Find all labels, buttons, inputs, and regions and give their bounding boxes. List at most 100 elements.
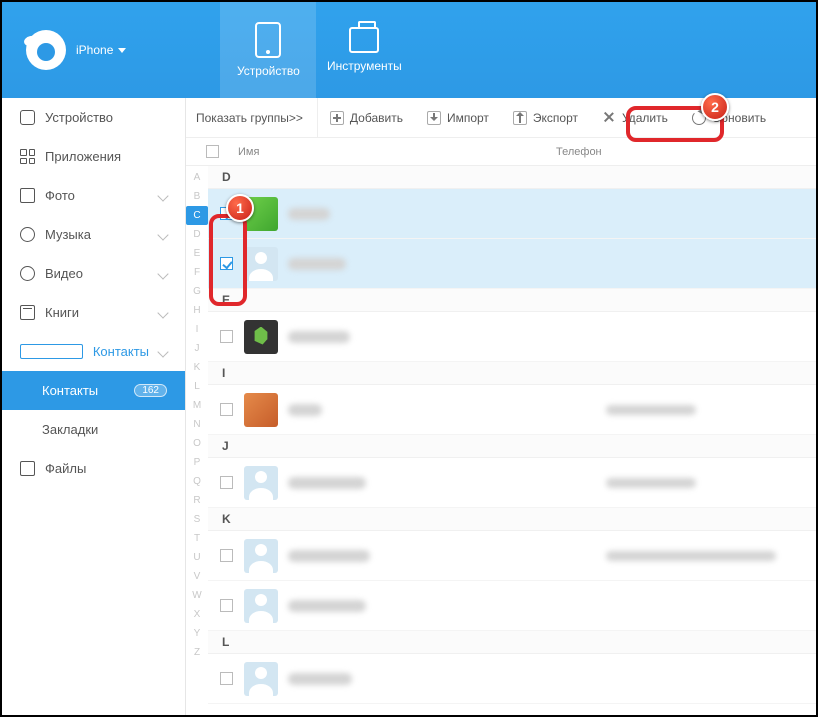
column-name[interactable]: Имя [238,146,556,158]
row-checkbox[interactable] [220,672,233,685]
export-button[interactable]: Экспорт [501,98,590,137]
select-all-checkbox[interactable] [206,145,219,158]
app-header: iPhone Устройство Инструменты [2,2,816,98]
contact-list: D E I [208,166,816,715]
sidebar-item-video[interactable]: Видео [2,254,185,293]
row-checkbox[interactable] [220,599,233,612]
contact-row[interactable] [208,189,816,239]
contact-name [288,404,322,416]
column-headers: Имя Телефон [186,138,816,166]
plus-icon [330,111,344,125]
alpha-index-letter[interactable]: K [186,358,208,377]
contact-row[interactable] [208,385,816,435]
alpha-index-letter[interactable]: J [186,339,208,358]
import-button[interactable]: Импорт [415,98,501,137]
sidebar: Устройство Приложения Фото Музыка Видео … [2,98,186,715]
column-phone[interactable]: Телефон [556,146,816,158]
alpha-index-letter[interactable]: F [186,263,208,282]
row-checkbox[interactable] [220,549,233,562]
alpha-index-letter[interactable]: V [186,567,208,586]
avatar [244,539,278,573]
alpha-index-letter[interactable]: N [186,415,208,434]
alpha-index-letter[interactable]: T [186,529,208,548]
export-icon [513,111,527,125]
row-checkbox[interactable] [220,476,233,489]
sidebar-subitem-contacts[interactable]: Контакты162 [2,371,185,410]
button-label: Экспорт [533,111,578,125]
sidebar-item-label: Книги [45,305,79,320]
tab-tools[interactable]: Инструменты [316,2,412,98]
avatar [244,247,278,281]
sidebar-item-label: Контакты [93,344,149,359]
contact-name [288,331,350,343]
button-label: Импорт [447,111,489,125]
contact-name [288,600,366,612]
photo-icon [20,188,35,203]
music-icon [20,227,35,242]
button-label: Показать группы>> [196,111,303,125]
alpha-index-letter[interactable]: C [186,206,208,225]
alpha-index-letter[interactable]: H [186,301,208,320]
sidebar-item-photo[interactable]: Фото [2,176,185,215]
alpha-index: ABCDEFGHIJKLMNOPQRSTUVWXYZ [186,166,208,715]
alpha-index-letter[interactable]: E [186,244,208,263]
alpha-index-letter[interactable]: P [186,453,208,472]
contact-row[interactable] [208,312,816,362]
device-selector[interactable]: iPhone [76,43,126,57]
contact-row[interactable] [208,654,816,704]
sidebar-item-device[interactable]: Устройство [2,98,185,137]
alpha-index-letter[interactable]: X [186,605,208,624]
avatar [244,589,278,623]
chevron-down-icon [157,229,168,240]
alpha-index-letter[interactable]: Y [186,624,208,643]
callout-1 [209,214,247,306]
sidebar-item-label: Контакты [42,383,98,398]
app-logo-icon [26,30,66,70]
show-groups-button[interactable]: Показать группы>> [186,98,318,137]
sidebar-item-label: Приложения [45,149,121,164]
sidebar-subitem-bookmarks[interactable]: Закладки [2,410,185,449]
contact-row[interactable] [208,581,816,631]
sidebar-item-books[interactable]: Книги [2,293,185,332]
contact-name [288,550,370,562]
alpha-index-letter[interactable]: W [186,586,208,605]
alpha-index-letter[interactable]: A [186,168,208,187]
alpha-index-letter[interactable]: M [186,396,208,415]
contact-name [288,477,366,489]
sidebar-item-label: Фото [45,188,75,203]
sidebar-item-music[interactable]: Музыка [2,215,185,254]
sidebar-item-contacts[interactable]: Контакты [2,332,185,371]
briefcase-icon [349,27,379,53]
alpha-index-letter[interactable]: I [186,320,208,339]
alpha-index-letter[interactable]: S [186,510,208,529]
add-button[interactable]: Добавить [318,98,415,137]
logo-area: iPhone [2,2,150,98]
alpha-index-letter[interactable]: G [186,282,208,301]
sidebar-item-label: Закладки [42,422,98,437]
sidebar-item-apps[interactable]: Приложения [2,137,185,176]
sidebar-item-label: Устройство [45,110,113,125]
tablet-icon [255,22,281,58]
alpha-index-letter[interactable]: D [186,225,208,244]
tab-device[interactable]: Устройство [220,2,316,98]
contact-row[interactable] [208,239,816,289]
alpha-index-letter[interactable]: B [186,187,208,206]
alpha-index-letter[interactable]: U [186,548,208,567]
contact-phone [606,551,776,561]
contact-row[interactable] [208,458,816,508]
alpha-index-letter[interactable]: O [186,434,208,453]
row-checkbox[interactable] [220,330,233,343]
row-checkbox[interactable] [220,403,233,416]
button-label: Добавить [350,111,403,125]
contact-row[interactable] [208,531,816,581]
alpha-index-letter[interactable]: L [186,377,208,396]
contact-phone [606,478,696,488]
alpha-index-letter[interactable]: Z [186,643,208,662]
tab-label: Инструменты [327,59,402,73]
import-icon [427,111,441,125]
chevron-down-icon [157,268,168,279]
sidebar-item-files[interactable]: Файлы [2,449,185,488]
alpha-index-letter[interactable]: Q [186,472,208,491]
alpha-index-letter[interactable]: R [186,491,208,510]
section-letter: K [208,508,816,531]
